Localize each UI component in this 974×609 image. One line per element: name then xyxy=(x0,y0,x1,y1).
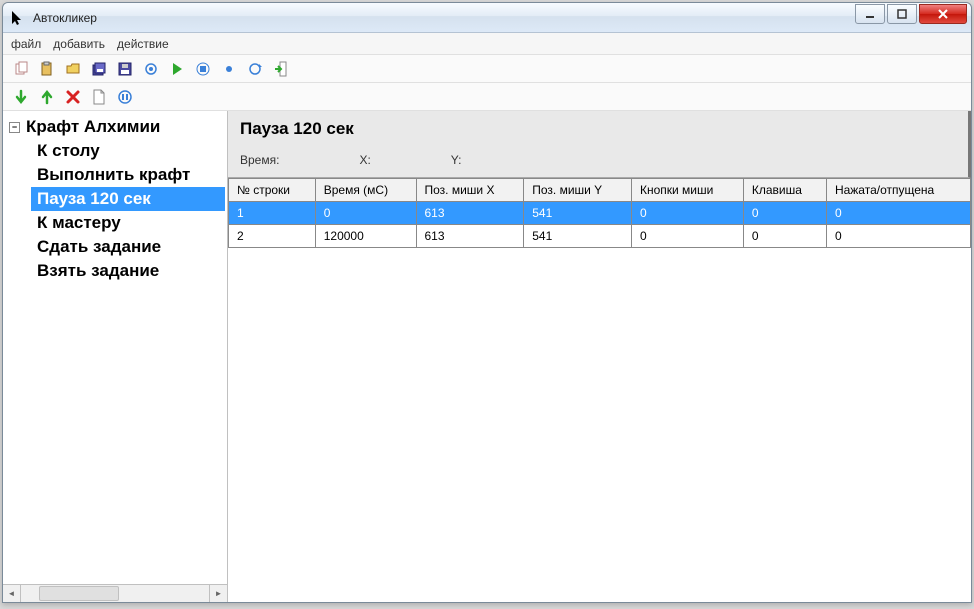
detail-panel: Пауза 120 сек Время: X: Y: № строкиВремя… xyxy=(228,111,971,602)
table-cell[interactable]: 0 xyxy=(631,225,743,248)
tree-item[interactable]: Пауза 120 сек xyxy=(31,187,225,211)
horizontal-scrollbar[interactable]: ◄ ► xyxy=(3,584,227,602)
tree-root-node[interactable]: − Крафт Алхимии xyxy=(5,115,225,139)
table-row[interactable]: 10613541000 xyxy=(229,202,971,225)
window-title: Автокликер xyxy=(33,11,853,25)
detail-header: Пауза 120 сек Время: X: Y: xyxy=(228,111,971,178)
step-icon[interactable] xyxy=(219,59,239,79)
table-cell[interactable]: 2 xyxy=(229,225,316,248)
paste-icon[interactable] xyxy=(37,59,57,79)
toolbar-2 xyxy=(3,83,971,111)
sidebar: − Крафт Алхимии К столуВыполнить крафтПа… xyxy=(3,111,228,602)
save-all-icon[interactable] xyxy=(89,59,109,79)
copy-icon[interactable] xyxy=(11,59,31,79)
meta-time-label: Время: xyxy=(240,153,279,167)
tree[interactable]: − Крафт Алхимии К столуВыполнить крафтПа… xyxy=(3,111,227,584)
menu-file[interactable]: файл xyxy=(11,37,41,51)
table-cell[interactable]: 0 xyxy=(826,225,970,248)
table-cell[interactable]: 613 xyxy=(416,225,524,248)
minimize-button[interactable] xyxy=(855,4,885,24)
column-header[interactable]: № строки xyxy=(229,179,316,202)
content-area: − Крафт Алхимии К столуВыполнить крафтПа… xyxy=(3,111,971,602)
table-cell[interactable]: 0 xyxy=(315,202,416,225)
titlebar[interactable]: Автокликер xyxy=(3,3,971,33)
column-header[interactable]: Поз. миши Y xyxy=(524,179,632,202)
menu-add[interactable]: добавить xyxy=(53,37,105,51)
scroll-left-icon[interactable]: ◄ xyxy=(3,585,21,602)
import-icon[interactable] xyxy=(271,59,291,79)
stop-icon[interactable] xyxy=(193,59,213,79)
tree-item[interactable]: К столу xyxy=(31,139,225,163)
data-grid[interactable]: № строкиВремя (мС)Поз. миши XПоз. миши Y… xyxy=(228,178,971,248)
table-cell[interactable]: 120000 xyxy=(315,225,416,248)
new-file-icon[interactable] xyxy=(89,87,109,107)
save-icon[interactable] xyxy=(115,59,135,79)
tree-item[interactable]: Сдать задание xyxy=(31,235,225,259)
down-arrow-icon[interactable] xyxy=(11,87,31,107)
column-header[interactable]: Клавиша xyxy=(743,179,826,202)
open-icon[interactable] xyxy=(63,59,83,79)
table-cell[interactable]: 0 xyxy=(743,202,826,225)
tree-item[interactable]: Взять задание xyxy=(31,259,225,283)
column-header[interactable]: Поз. миши X xyxy=(416,179,524,202)
column-header[interactable]: Кнопки миши xyxy=(631,179,743,202)
table-cell[interactable]: 0 xyxy=(826,202,970,225)
toolbar-1 xyxy=(3,55,971,83)
table-cell[interactable]: 0 xyxy=(743,225,826,248)
menubar: файл добавить действие xyxy=(3,33,971,55)
window-controls xyxy=(853,3,971,32)
play-icon[interactable] xyxy=(167,59,187,79)
table-cell[interactable]: 541 xyxy=(524,202,632,225)
close-button[interactable] xyxy=(919,4,967,24)
tree-item[interactable]: Выполнить крафт xyxy=(31,163,225,187)
loop-icon[interactable] xyxy=(245,59,265,79)
meta-x-label: X: xyxy=(359,153,370,167)
pause-icon[interactable] xyxy=(115,87,135,107)
scroll-thumb[interactable] xyxy=(39,586,119,601)
record-icon[interactable] xyxy=(141,59,161,79)
table-cell[interactable]: 1 xyxy=(229,202,316,225)
table-cell[interactable]: 541 xyxy=(524,225,632,248)
column-header[interactable]: Время (мС) xyxy=(315,179,416,202)
app-window: Автокликер файл добавить действие xyxy=(2,2,972,603)
scroll-right-icon[interactable]: ► xyxy=(209,585,227,602)
table-cell[interactable]: 613 xyxy=(416,202,524,225)
detail-meta: Время: X: Y: xyxy=(240,153,956,173)
tree-item[interactable]: К мастеру xyxy=(31,211,225,235)
maximize-button[interactable] xyxy=(887,4,917,24)
tree-root-label: Крафт Алхимии xyxy=(26,117,160,137)
menu-action[interactable]: действие xyxy=(117,37,169,51)
detail-title: Пауза 120 сек xyxy=(240,119,956,139)
up-arrow-icon[interactable] xyxy=(37,87,57,107)
collapse-icon[interactable]: − xyxy=(9,122,20,133)
delete-icon[interactable] xyxy=(63,87,83,107)
app-icon xyxy=(11,10,27,26)
column-header[interactable]: Нажата/отпущена xyxy=(826,179,970,202)
meta-y-label: Y: xyxy=(451,153,462,167)
table-cell[interactable]: 0 xyxy=(631,202,743,225)
table-row[interactable]: 2120000613541000 xyxy=(229,225,971,248)
